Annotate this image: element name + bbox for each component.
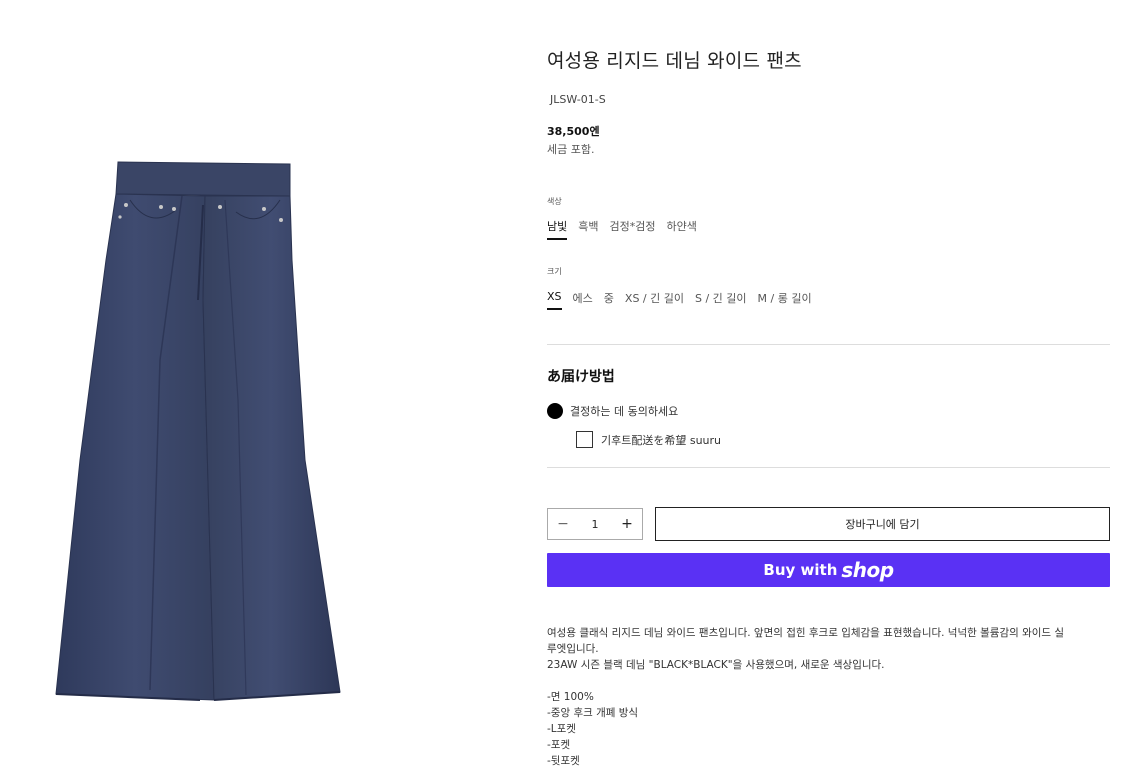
- gift-delivery-checkbox[interactable]: [576, 431, 593, 448]
- size-option-m[interactable]: 중: [604, 290, 614, 310]
- radio-label: 결정하는 데 동의하세요: [570, 405, 679, 418]
- gift-delivery-checkbox-row[interactable]: 기후트配送を希望 suuru: [576, 431, 721, 448]
- size-option-xs[interactable]: XS: [547, 290, 562, 310]
- size-options: XS 에스 중 XS / 긴 길이 S / 긴 길이 M / 롱 길이: [547, 290, 823, 310]
- product-title: 여성용 리지드 데님 와이드 팬츠: [547, 50, 802, 72]
- size-option-m-long[interactable]: M / 롱 길이: [758, 290, 812, 310]
- delivery-radio-option[interactable]: 결정하는 데 동의하세요: [547, 403, 678, 419]
- add-to-cart-button[interactable]: 장바구니에 담기: [655, 507, 1110, 541]
- color-option-label: 색상: [547, 197, 562, 206]
- tax-note: 세금 포함.: [547, 143, 595, 156]
- feature-item: -중앙 후크 개폐 방식: [547, 707, 639, 719]
- product-sku: JLSW-01-S: [550, 93, 606, 106]
- size-option-s[interactable]: 에스: [573, 290, 593, 310]
- size-option-s-long[interactable]: S / 긴 길이: [695, 290, 747, 310]
- description-line: 23AW 시즌 블랙 데님 "BLACK*BLACK"을 사용했으며, 새로운 …: [547, 659, 885, 671]
- color-option-white[interactable]: 하얀색: [666, 218, 696, 240]
- color-option-black-white[interactable]: 흑백: [578, 218, 598, 240]
- feature-item: -L포켓: [547, 723, 576, 735]
- quantity-decrease-button[interactable]: −: [548, 516, 578, 532]
- buy-with-label: Buy with: [763, 561, 838, 579]
- feature-item: -면 100%: [547, 691, 594, 703]
- feature-item: -뒷포켓: [547, 755, 580, 767]
- divider: [547, 467, 1110, 468]
- delivery-method-title: あ届け방법: [547, 369, 615, 385]
- color-options: 남빛 흑백 검정*검정 하얀색: [547, 218, 708, 240]
- description-line: 여성용 클래식 리지드 데님 와이드 팬츠입니다. 앞면의 접힌 후크로 입체감…: [547, 627, 1065, 639]
- product-price: 38,500엔: [547, 125, 600, 138]
- quantity-increase-button[interactable]: +: [612, 516, 642, 532]
- checkbox-label: 기후트配送を希望 suuru: [601, 433, 722, 447]
- color-option-black-black[interactable]: 검정*검정: [610, 218, 656, 240]
- size-option-xs-long[interactable]: XS / 긴 길이: [625, 290, 684, 310]
- radio-selected-icon[interactable]: [547, 403, 563, 419]
- quantity-value[interactable]: 1: [578, 518, 612, 531]
- divider: [547, 344, 1110, 345]
- feature-item: -포켓: [547, 739, 571, 751]
- product-image-area: [0, 0, 520, 776]
- buy-with-shop-button[interactable]: Buy with shop: [547, 553, 1110, 587]
- quantity-stepper: − 1 +: [547, 508, 643, 540]
- shop-logo: shop: [841, 558, 894, 582]
- description-line: 루엣입니다.: [547, 643, 599, 655]
- product-description: 여성용 클래식 리지드 데님 와이드 팬츠입니다. 앞면의 접힌 후크로 입체감…: [547, 625, 1110, 769]
- color-option-navy[interactable]: 남빛: [547, 218, 568, 240]
- denim-wide-pants-image: [55, 161, 341, 701]
- size-option-label: 크기: [547, 267, 562, 276]
